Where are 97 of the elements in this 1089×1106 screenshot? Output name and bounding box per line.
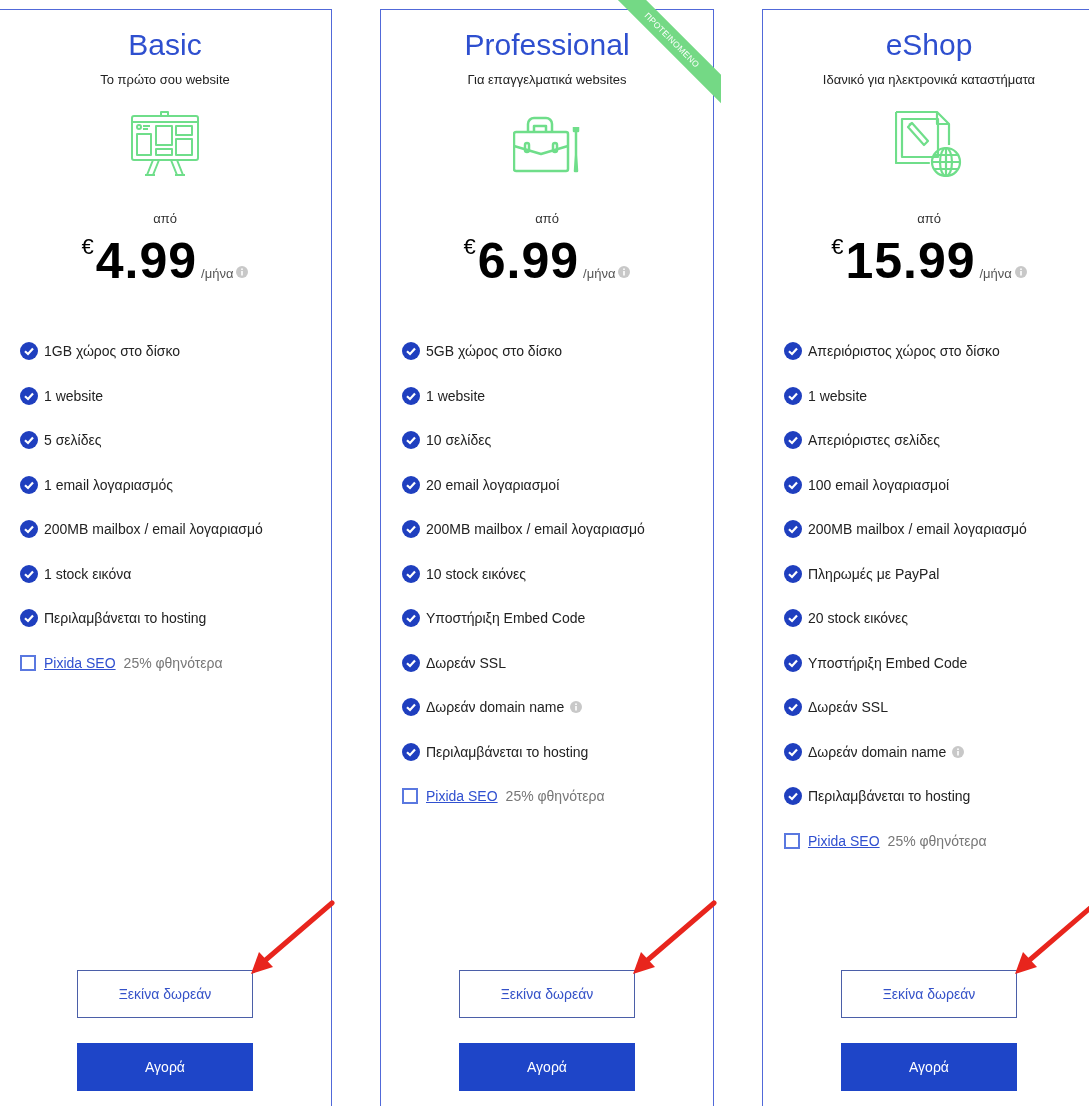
price-amount: 15.99 (845, 232, 976, 290)
check-icon (20, 386, 38, 405)
document-with-pen-and-globe-icon (895, 111, 963, 177)
currency-symbol: € (463, 234, 476, 260)
check-icon (402, 653, 420, 672)
presentation-board-icon (131, 111, 199, 177)
addon-link[interactable]: Pixida SEO (44, 654, 116, 671)
feature-text: 10 σελίδες (426, 432, 492, 448)
check-icon (402, 520, 420, 538)
feature-text: Δωρεάν SSL (808, 699, 888, 715)
currency-symbol: € (81, 234, 94, 260)
check-icon (784, 386, 802, 405)
briefcase-with-pen-icon (513, 115, 581, 173)
feature-text: Δωρεάν domain name (808, 743, 947, 760)
feature-text: Δωρεάν SSL (426, 654, 506, 671)
info-icon[interactable] (952, 745, 965, 758)
check-icon (784, 742, 802, 761)
feature-text: Δωρεάν domain name (426, 699, 565, 715)
info-icon[interactable] (1014, 266, 1027, 278)
feature-text: 1 stock εικόνα (44, 565, 132, 582)
feature-text: Περιλαμβάνεται το hosting (426, 743, 589, 760)
feature-text: Περιλαμβάνεται το hosting (808, 788, 971, 804)
check-icon (20, 609, 38, 627)
feature-text: 1GB χώρος στο δίσκο (44, 343, 180, 359)
feature-text: Υποστήριξη Embed Code (808, 654, 968, 671)
feature-text: 100 email λογαριασμοί (808, 476, 950, 493)
check-icon (20, 564, 38, 583)
plan-title: Basic (128, 28, 202, 62)
price-period: /μήνα (201, 266, 234, 281)
price-prefix: από (535, 211, 559, 226)
check-icon (402, 342, 420, 360)
feature-text: 10 stock εικόνες (426, 565, 526, 582)
check-icon (20, 520, 38, 538)
check-icon (402, 609, 420, 627)
feature-text: 5GB χώρος στο δίσκο (426, 343, 562, 359)
check-icon (784, 431, 802, 449)
feature-text: 1 website (808, 387, 868, 404)
feature-text: 20 stock εικόνες (808, 610, 908, 626)
feature-text: 200MB mailbox / email λογαριασμό (808, 521, 1027, 537)
feature-text: 200MB mailbox / email λογαριασμό (426, 521, 645, 537)
free-trial-button[interactable]: Ξεκίνα δωρεάν (459, 970, 635, 1018)
feature-text: Απεριόριστος χώρος στο δίσκο (808, 343, 1000, 359)
check-icon (402, 742, 420, 761)
plan-tagline: Ιδανικό για ηλεκτρονικά καταστήματα (822, 72, 1036, 87)
check-icon (402, 386, 420, 405)
check-icon (20, 431, 38, 449)
plan-tagline: Το πρώτο σου website (100, 72, 230, 87)
buy-button[interactable]: Αγορά (841, 1043, 1017, 1091)
check-icon (784, 609, 802, 627)
info-icon[interactable] (236, 266, 249, 278)
plan-title: Professional (464, 28, 630, 62)
price-amount: 4.99 (95, 232, 198, 290)
check-icon (402, 475, 420, 494)
feature-text: 5 σελίδες (44, 432, 102, 448)
feature-text: Πληρωμές με PayPal (808, 565, 940, 582)
feature-text: Υποστήριξη Embed Code (426, 610, 586, 626)
feature-text: Απεριόριστες σελίδες (808, 432, 940, 448)
info-icon[interactable] (570, 701, 583, 713)
check-icon (784, 342, 802, 360)
feature-text: 200MB mailbox / email λογαριασμό (44, 521, 263, 537)
check-icon (784, 653, 802, 672)
plan-title: eShop (885, 28, 973, 62)
currency-symbol: € (831, 234, 844, 260)
check-icon (784, 520, 802, 538)
check-icon (784, 475, 802, 494)
discount-note: 25% φθηνότερα (887, 832, 987, 849)
check-icon (20, 475, 38, 494)
plan-tagline: Για επαγγελματικά websites (467, 72, 627, 87)
buy-button[interactable]: Αγορά (459, 1043, 635, 1091)
free-trial-button[interactable]: Ξεκίνα δωρεάν (841, 970, 1017, 1018)
addon-checkbox[interactable] (784, 832, 800, 849)
feature-text: 1 email λογαριασμός (44, 476, 174, 493)
addon-link[interactable]: Pixida SEO (808, 832, 880, 849)
info-icon[interactable] (618, 266, 631, 278)
check-icon (784, 787, 802, 805)
discount-note: 25% φθηνότερα (123, 654, 223, 671)
price-prefix: από (153, 211, 177, 226)
addon-checkbox[interactable] (402, 788, 418, 804)
check-icon (784, 564, 802, 583)
check-icon (402, 431, 420, 449)
feature-text: Περιλαμβάνεται το hosting (44, 610, 207, 626)
price-prefix: από (917, 211, 941, 226)
check-icon (402, 698, 420, 716)
feature-text: 1 website (426, 387, 486, 404)
check-icon (20, 342, 38, 360)
price-amount: 6.99 (477, 232, 580, 290)
addon-link[interactable]: Pixida SEO (426, 788, 498, 804)
feature-text: 20 email λογαριασμοί (426, 476, 560, 493)
price-period: /μήνα (583, 266, 616, 281)
price-period: /μήνα (979, 266, 1012, 281)
discount-note: 25% φθηνότερα (505, 788, 605, 804)
check-icon (402, 564, 420, 583)
free-trial-button[interactable]: Ξεκίνα δωρεάν (77, 970, 253, 1018)
feature-text: 1 website (44, 387, 104, 404)
buy-button[interactable]: Αγορά (77, 1043, 253, 1091)
addon-checkbox[interactable] (20, 654, 36, 671)
check-icon (784, 698, 802, 716)
